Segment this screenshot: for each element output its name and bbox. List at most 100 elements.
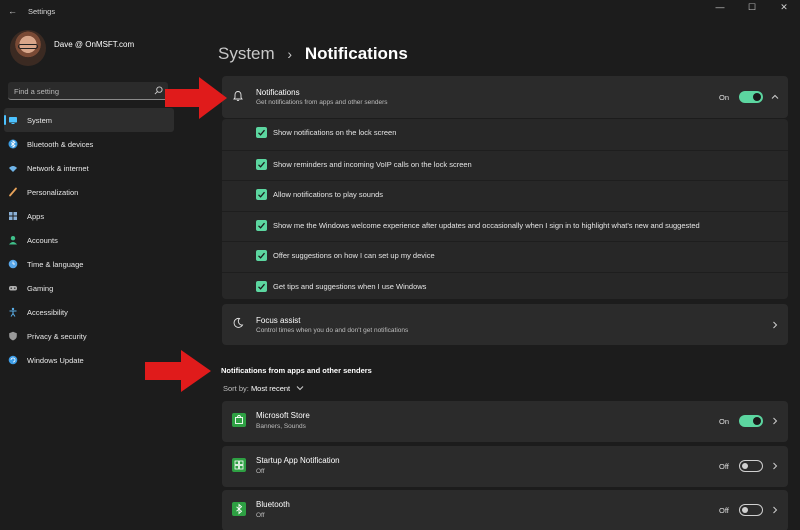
update-icon bbox=[8, 355, 18, 365]
notification-option[interactable]: Get tips and suggestions when I use Wind… bbox=[222, 272, 788, 302]
sidebar-item-apps[interactable]: Apps bbox=[0, 204, 176, 228]
sidebar-item-system[interactable]: System bbox=[4, 108, 174, 132]
notification-option[interactable]: Show notifications on the lock screen bbox=[222, 119, 788, 149]
focus-assist-card[interactable]: Focus assist Control times when you do a… bbox=[222, 304, 788, 345]
bluetooth-icon bbox=[232, 502, 246, 516]
notification-option[interactable]: Offer suggestions on how I can set up my… bbox=[222, 241, 788, 271]
controller-icon bbox=[8, 283, 18, 293]
avatar[interactable] bbox=[10, 30, 46, 66]
person-icon bbox=[8, 235, 18, 245]
sidebar-item-accessibility[interactable]: Accessibility bbox=[0, 300, 176, 324]
sort-value[interactable]: Most recent bbox=[251, 384, 290, 393]
sidebar-item-label: Apps bbox=[27, 211, 45, 221]
search-input[interactable] bbox=[14, 85, 144, 97]
option-label: Show notifications on the lock screen bbox=[273, 128, 397, 137]
bell-icon bbox=[233, 91, 243, 102]
sidebar-item-personalization[interactable]: Personalization bbox=[0, 180, 176, 204]
app-notification-row[interactable]: Startup App Notification Off Off bbox=[222, 446, 788, 487]
notification-option[interactable]: Show reminders and incoming VoIP calls o… bbox=[222, 149, 788, 180]
chevron-down-icon[interactable] bbox=[296, 385, 304, 391]
option-checkbox[interactable] bbox=[256, 250, 267, 262]
search-box[interactable] bbox=[8, 82, 168, 100]
sidebar-item-label: Time & language bbox=[27, 259, 84, 269]
notification-option[interactable]: Show me the Windows welcome experience a… bbox=[222, 210, 788, 241]
brush-icon bbox=[8, 187, 18, 197]
accessibility-icon bbox=[8, 307, 18, 317]
chevron-right-icon[interactable] bbox=[771, 321, 779, 329]
notifications-subtitle: Get notifications from apps and other se… bbox=[256, 99, 388, 106]
notifications-toggle[interactable] bbox=[739, 91, 763, 103]
app-detail: Banners, Sounds bbox=[256, 423, 306, 430]
window-title: Settings bbox=[28, 7, 56, 16]
sidebar-item-accounts[interactable]: Accounts bbox=[0, 228, 176, 252]
app-name: Startup App Notification bbox=[256, 456, 340, 465]
sidebar-item-label: Bluetooth & devices bbox=[27, 139, 94, 149]
apps-section-title: Notifications from apps and other sender… bbox=[221, 366, 372, 375]
globe-clock-icon bbox=[8, 259, 18, 269]
chevron-right-icon[interactable] bbox=[771, 462, 779, 470]
option-checkbox[interactable] bbox=[256, 158, 267, 170]
back-arrow-icon[interactable]: ← bbox=[8, 6, 18, 16]
sort-dropdown[interactable]: Sort by: Most recent bbox=[223, 384, 304, 393]
notifications-card[interactable]: Notifications Get notifications from app… bbox=[222, 76, 788, 118]
page-title: Notifications bbox=[304, 44, 408, 63]
app-toggle-label: On bbox=[719, 417, 730, 426]
focus-assist-subtitle: Control times when you do and don't get … bbox=[256, 327, 409, 334]
sidebar-item-bluetooth-devices[interactable]: Bluetooth & devices bbox=[0, 132, 176, 156]
user-name: Dave @ OnMSFT.com bbox=[54, 40, 135, 49]
app-toggle-label: Off bbox=[719, 462, 729, 471]
notifications-title: Notifications bbox=[256, 88, 300, 97]
option-label: Show me the Windows welcome experience a… bbox=[273, 220, 700, 230]
shield-icon bbox=[8, 331, 18, 341]
search-icon[interactable] bbox=[154, 86, 163, 95]
chevron-right-icon[interactable] bbox=[771, 506, 779, 514]
annotation-arrow-icon bbox=[145, 350, 211, 392]
maximize-button[interactable]: ☐ bbox=[736, 0, 768, 16]
apps-icon bbox=[8, 211, 18, 221]
moon-icon bbox=[233, 317, 244, 328]
sidebar-item-label: Personalization bbox=[27, 187, 79, 197]
annotation-arrow-icon bbox=[165, 77, 227, 119]
breadcrumb: System › Notifications bbox=[218, 44, 408, 64]
sidebar-item-time-language[interactable]: Time & language bbox=[0, 252, 176, 276]
app-notification-row[interactable]: Bluetooth Off Off bbox=[222, 490, 788, 530]
app-name: Microsoft Store bbox=[256, 411, 310, 420]
option-label: Get tips and suggestions when I use Wind… bbox=[273, 282, 427, 291]
sort-label: Sort by: bbox=[223, 384, 249, 393]
app-toggle[interactable] bbox=[739, 460, 763, 472]
window-controls: — ☐ ✕ bbox=[704, 0, 800, 16]
sidebar-item-label: System bbox=[27, 115, 53, 125]
chevron-right-icon[interactable] bbox=[771, 417, 779, 425]
sidebar-item-label: Network & internet bbox=[27, 163, 89, 173]
sidebar-item-privacy-security[interactable]: Privacy & security bbox=[0, 324, 176, 348]
minimize-button[interactable]: — bbox=[704, 0, 736, 16]
app-notification-row[interactable]: Microsoft Store Banners, Sounds On bbox=[222, 401, 788, 442]
breadcrumb-parent[interactable]: System bbox=[218, 44, 275, 63]
system-icon bbox=[8, 115, 18, 125]
sidebar-item-network-internet[interactable]: Network & internet bbox=[0, 156, 176, 180]
wifi-icon bbox=[8, 163, 18, 173]
close-button[interactable]: ✕ bbox=[768, 0, 800, 16]
option-checkbox[interactable] bbox=[256, 189, 267, 201]
store-icon bbox=[232, 413, 246, 427]
option-checkbox[interactable] bbox=[256, 127, 267, 138]
breadcrumb-separator: › bbox=[287, 46, 293, 62]
sidebar-item-label: Gaming bbox=[27, 283, 54, 293]
notification-options: Show notifications on the lock screen Sho… bbox=[222, 119, 788, 299]
app-name: Bluetooth bbox=[256, 500, 290, 509]
option-label: Offer suggestions on how I can set up my… bbox=[273, 251, 435, 261]
option-label: Allow notifications to play sounds bbox=[273, 190, 384, 200]
notification-option[interactable]: Allow notifications to play sounds bbox=[222, 180, 788, 210]
notifications-toggle-label: On bbox=[719, 93, 730, 102]
app-detail: Off bbox=[256, 512, 265, 519]
bluetooth-icon bbox=[8, 139, 18, 149]
sidebar-item-gaming[interactable]: Gaming bbox=[0, 276, 176, 300]
app-toggle[interactable] bbox=[739, 504, 763, 516]
app-toggle-label: Off bbox=[719, 506, 729, 515]
option-checkbox[interactable] bbox=[256, 281, 267, 292]
sidebar-item-label: Accounts bbox=[27, 235, 58, 245]
title-bar: ← Settings — ☐ ✕ bbox=[0, 0, 800, 22]
app-toggle[interactable] bbox=[739, 415, 763, 427]
option-checkbox[interactable] bbox=[256, 219, 267, 231]
chevron-up-icon[interactable] bbox=[771, 93, 779, 101]
